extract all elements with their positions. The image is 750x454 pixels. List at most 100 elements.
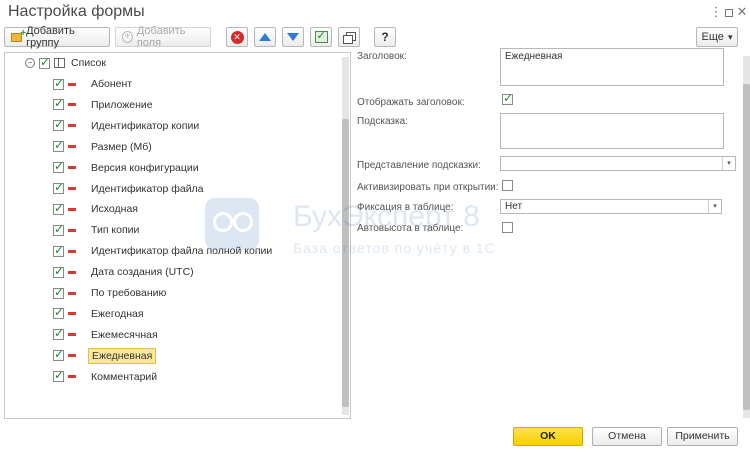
fix-label: Фиксация в таблице: bbox=[357, 202, 454, 213]
tree-item-checkbox[interactable] bbox=[53, 285, 64, 299]
field-dash-icon bbox=[68, 145, 76, 149]
delete-icon: ✕ bbox=[230, 30, 244, 44]
tree-item-checkbox[interactable] bbox=[53, 222, 64, 236]
cancel-button[interactable]: Отмена bbox=[592, 427, 662, 446]
tree-item-checkbox[interactable] bbox=[53, 117, 64, 132]
add-group-label: Добавить группу bbox=[26, 25, 75, 49]
tree-item[interactable]: Ежедневная bbox=[53, 347, 157, 365]
tree-item-label: Комментарий bbox=[91, 370, 158, 383]
tree-root-row[interactable]: − Список bbox=[25, 54, 106, 72]
table-icon bbox=[54, 58, 65, 68]
field-dash-icon bbox=[68, 82, 76, 86]
activate-checkbox[interactable] bbox=[502, 180, 513, 191]
windows-button[interactable] bbox=[338, 27, 360, 47]
tree-item-checkbox[interactable] bbox=[53, 138, 64, 153]
activate-label: Активизировать при открытии: bbox=[357, 182, 499, 193]
tree-item[interactable]: Дата создания (UTC) bbox=[53, 263, 197, 281]
title-bar: Настройка формы ⋮ ✕ bbox=[0, 0, 750, 26]
add-fields-button[interactable]: + Добавить поля bbox=[115, 25, 211, 49]
header-field[interactable]: Ежедневная bbox=[500, 48, 724, 86]
tree-item-label: Исходная bbox=[91, 203, 138, 216]
move-down-button[interactable] bbox=[282, 27, 304, 47]
more-button[interactable]: Еще ▾ bbox=[696, 27, 738, 47]
tree-item-checkbox[interactable] bbox=[53, 347, 64, 362]
checkbox[interactable] bbox=[39, 55, 50, 69]
tooltip-repr-select[interactable]: ▾ bbox=[500, 156, 736, 171]
fix-select[interactable]: Нет ▾ bbox=[500, 199, 722, 214]
tree-item-checkbox[interactable] bbox=[53, 180, 64, 194]
add-fields-label: Добавить поля bbox=[136, 25, 186, 49]
tree-scrollbar[interactable] bbox=[342, 57, 349, 415]
tree-scrollbar-thumb[interactable] bbox=[342, 119, 349, 407]
tooltip-label: Подсказка: bbox=[357, 116, 408, 127]
check-all-button[interactable] bbox=[310, 27, 332, 47]
field-dash-icon bbox=[68, 291, 76, 295]
tree-item[interactable]: Версия конфигурации bbox=[53, 159, 202, 177]
tree-item[interactable]: Идентификатор копии bbox=[53, 117, 202, 135]
toolbar: Добавить группу + Добавить поля ✕ ? Еще … bbox=[0, 25, 750, 49]
field-dash-icon bbox=[68, 249, 76, 253]
tree-item[interactable]: Идентификатор файла полной копии bbox=[53, 242, 275, 260]
windows-icon bbox=[343, 31, 356, 44]
dropdown-icon[interactable]: ▾ bbox=[708, 200, 721, 213]
properties-scrollbar-thumb[interactable] bbox=[743, 84, 750, 410]
tree-item[interactable]: Ежегодная bbox=[53, 305, 147, 323]
tree-item[interactable]: По требованию bbox=[53, 284, 169, 302]
tree-item-label: Абонент bbox=[91, 78, 133, 90]
field-dash-icon bbox=[68, 333, 76, 337]
arrow-down-icon bbox=[287, 33, 299, 41]
tree-item[interactable]: Размер (Мб) bbox=[53, 138, 155, 156]
folder-add-icon bbox=[11, 28, 26, 42]
tree-item-checkbox[interactable] bbox=[53, 368, 64, 383]
tree-item-label: По требованию bbox=[91, 287, 167, 299]
field-dash-icon bbox=[68, 166, 76, 170]
tooltip-field[interactable] bbox=[500, 113, 724, 149]
tree-item[interactable]: Приложение bbox=[53, 96, 156, 114]
ok-button[interactable]: OK bbox=[513, 427, 583, 446]
more-label: Еще bbox=[701, 31, 724, 43]
tree-item-checkbox[interactable] bbox=[53, 76, 64, 90]
field-dash-icon bbox=[68, 187, 76, 190]
help-button[interactable]: ? bbox=[374, 27, 396, 47]
show-header-checkbox[interactable] bbox=[502, 91, 513, 105]
move-up-button[interactable] bbox=[254, 27, 276, 47]
plus-circle-icon: + bbox=[122, 31, 133, 43]
delete-button[interactable]: ✕ bbox=[226, 27, 248, 47]
properties-scrollbar[interactable] bbox=[743, 56, 750, 418]
tree-item[interactable]: Тип копии bbox=[53, 221, 142, 239]
show-header-label: Отображать заголовок: bbox=[357, 97, 465, 108]
fields-tree: − Список Абонент Приложение Идентификатор … bbox=[4, 52, 351, 419]
tree-item-checkbox[interactable] bbox=[53, 96, 64, 111]
tree-item[interactable]: Идентификатор файла bbox=[53, 180, 207, 198]
field-dash-icon bbox=[68, 270, 76, 274]
collapse-icon[interactable]: − bbox=[25, 58, 35, 68]
dropdown-icon[interactable]: ▾ bbox=[722, 157, 735, 170]
fix-value: Нет bbox=[505, 201, 523, 212]
properties-panel: Заголовок: Ежедневная Отображать заголов… bbox=[353, 48, 750, 422]
tree-item-checkbox[interactable] bbox=[53, 305, 64, 320]
autoheight-checkbox[interactable] bbox=[502, 222, 513, 233]
help-icon: ? bbox=[381, 30, 389, 44]
tree-item-checkbox[interactable] bbox=[53, 264, 64, 278]
tree-item[interactable]: Абонент bbox=[53, 75, 135, 93]
tree-item-checkbox[interactable] bbox=[53, 326, 64, 341]
tree-item-checkbox[interactable] bbox=[53, 243, 64, 257]
apply-button[interactable]: Применить bbox=[667, 427, 738, 446]
tree-item[interactable]: Исходная bbox=[53, 200, 141, 218]
field-dash-icon bbox=[68, 207, 76, 211]
tree-item-label: Дата создания (UTC) bbox=[91, 266, 194, 279]
window-title: Настройка формы bbox=[8, 3, 145, 20]
tree-item-label: Тип копии bbox=[91, 224, 140, 237]
field-dash-icon bbox=[68, 228, 76, 232]
add-group-button[interactable]: Добавить группу bbox=[4, 25, 110, 49]
close-icon[interactable]: ✕ bbox=[734, 4, 750, 20]
tree-item[interactable]: Комментарий bbox=[53, 368, 160, 386]
tree-item-label: Идентификатор файла bbox=[91, 182, 204, 195]
tree-item[interactable]: Ежемесячная bbox=[53, 326, 161, 344]
tree-item-checkbox[interactable] bbox=[53, 201, 64, 215]
tree-item-label: Размер (Мб) bbox=[91, 140, 152, 153]
tree-item-checkbox[interactable] bbox=[53, 159, 64, 174]
chevron-down-icon: ▾ bbox=[727, 31, 733, 42]
tree-item-label: Идентификатор копии bbox=[91, 119, 200, 132]
field-dash-icon bbox=[68, 354, 76, 358]
